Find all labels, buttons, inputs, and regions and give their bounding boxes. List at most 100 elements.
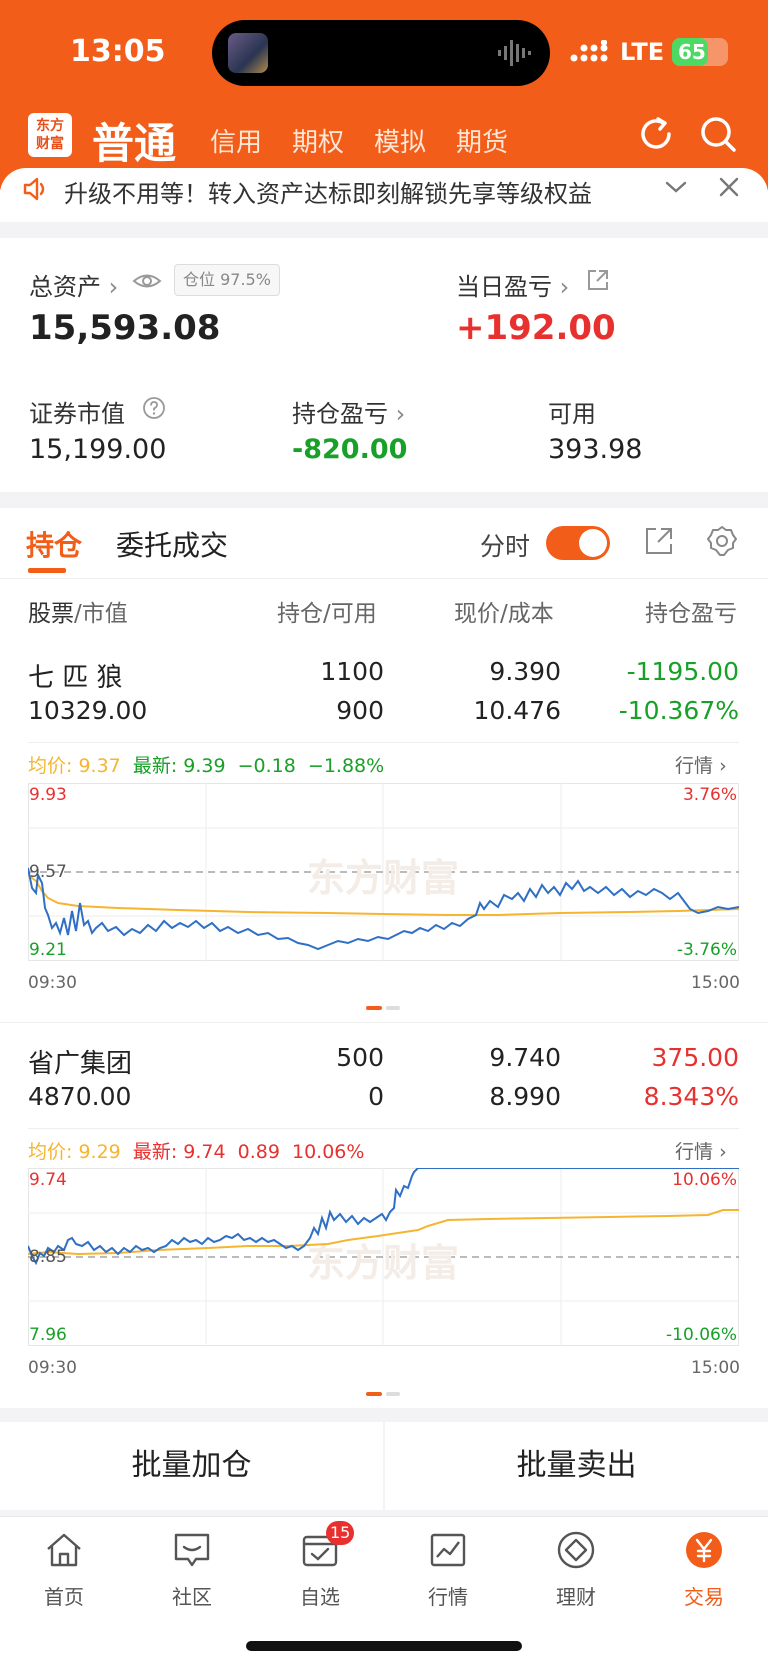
tab-futures[interactable]: 期货 — [456, 122, 508, 159]
quote-link-2[interactable]: 行情 › — [675, 1137, 727, 1164]
chevron-right-icon: › — [108, 273, 119, 301]
divider — [28, 1128, 739, 1129]
chevron-down-icon[interactable] — [664, 178, 688, 196]
column-header-stock-label: 股票 — [28, 601, 74, 627]
close-icon[interactable] — [718, 176, 740, 198]
time-start: 09:30 — [28, 1358, 77, 1378]
intraday-toggle[interactable] — [546, 526, 610, 560]
stock-name: 省广集团 — [28, 1049, 133, 1079]
stock-market-value: 4870.00 — [28, 1082, 132, 1111]
share-out-icon[interactable] — [644, 526, 674, 556]
daily-pnl-label[interactable]: 当日盈亏 › — [456, 267, 569, 302]
stock-holding: 1100 — [320, 657, 384, 686]
now-playing-artwork — [228, 33, 268, 73]
axis-high-price: 9.93 — [29, 785, 67, 805]
stock-price: 9.740 — [489, 1043, 561, 1072]
available-value: 393.98 — [548, 434, 643, 465]
tab-simulation[interactable]: 模拟 — [374, 122, 426, 159]
promo-notice-text: 升级不用等！转入资产达标即刻解锁先享等级权益 — [64, 180, 592, 208]
quote-link-1[interactable]: 行情 › — [675, 751, 727, 778]
market-value-label-text: 证券市值 — [29, 400, 125, 428]
stock-cost: 10.476 — [473, 696, 561, 725]
chevron-right-icon: › — [559, 273, 570, 301]
chevron-right-icon: › — [719, 1141, 727, 1163]
market-value: 15,199.00 — [29, 434, 167, 465]
column-header-price: 现价/成本 — [454, 594, 554, 628]
app-header: 13:05 LTE 65 东方 财富 普通 信用 期权 模拟 期货 — [0, 0, 768, 190]
network-type: LTE — [620, 38, 665, 66]
quote-link-label: 行情 — [675, 755, 714, 777]
daily-pnl-label-text: 当日盈亏 — [456, 273, 552, 301]
axis-low-percent: -10.06% — [666, 1325, 737, 1345]
chevron-right-icon: › — [719, 755, 727, 777]
avg-price-label: 均价: — [28, 1141, 73, 1163]
tab-market[interactable]: 行情 — [384, 1517, 512, 1617]
total-assets-label[interactable]: 总资产 › — [29, 267, 118, 302]
avg-price: 9.29 — [78, 1141, 121, 1163]
axis-high-price: 9.74 — [29, 1170, 67, 1190]
divider — [0, 1022, 768, 1023]
dynamic-island[interactable] — [212, 20, 550, 86]
tab-credit[interactable]: 信用 — [210, 122, 262, 159]
total-assets-value: 15,593.08 — [29, 308, 221, 348]
chart-page-indicator — [366, 1006, 400, 1010]
batch-sell-button[interactable]: 批量卖出 — [385, 1422, 768, 1510]
refresh-icon[interactable] — [636, 114, 676, 154]
cellular-signal-icon — [570, 40, 608, 62]
intraday-toggle-label: 分时 — [480, 532, 531, 561]
price-change-percent: 10.06% — [291, 1141, 365, 1163]
tab-watchlist[interactable]: 15 自选 — [256, 1517, 384, 1617]
home-indicator[interactable] — [246, 1641, 522, 1651]
price-change-percent: −1.88% — [307, 755, 385, 777]
price-change: −0.18 — [237, 755, 296, 777]
share-out-icon[interactable] — [586, 268, 610, 292]
chevron-right-icon: › — [395, 400, 406, 428]
help-icon[interactable] — [142, 396, 166, 420]
app-logo-line-1: 东方 — [36, 118, 64, 134]
column-header-cost: /成本 — [500, 601, 554, 627]
axis-prev-close: 9.57 — [29, 862, 67, 882]
batch-add-button[interactable]: 批量加仓 — [0, 1422, 383, 1510]
eye-icon[interactable] — [132, 270, 162, 292]
quote-summary-1: 均价: 9.37 最新: 9.39 −0.18 −1.88% — [28, 751, 384, 778]
tab-label: 行情 — [428, 1585, 468, 1609]
tab-trade[interactable]: 交易 — [640, 1517, 768, 1617]
intraday-chart-1[interactable]: 东方财富 9.93 9.57 9.21 3.76% -3.76% — [28, 783, 739, 961]
tab-community[interactable]: 社区 — [128, 1517, 256, 1617]
tab-positions[interactable]: 持仓 — [26, 524, 82, 564]
promo-notice-bar[interactable]: 升级不用等！转入资产达标即刻解锁先享等级权益 — [0, 168, 768, 222]
quote-link-label: 行情 — [675, 1141, 714, 1163]
column-header-market-value: /市值 — [74, 601, 128, 627]
tab-options[interactable]: 期权 — [292, 122, 344, 159]
stock-cost: 8.990 — [489, 1082, 561, 1111]
position-pnl-label-text: 持仓盈亏 — [292, 400, 388, 428]
divider — [0, 578, 768, 579]
chat-icon — [174, 1533, 210, 1567]
axis-high-percent: 3.76% — [682, 785, 737, 805]
time-end: 15:00 — [691, 973, 740, 993]
stock-available: 900 — [336, 696, 384, 725]
tab-orders-trades[interactable]: 委托成交 — [116, 524, 228, 564]
price-change: 0.89 — [237, 1141, 280, 1163]
active-tab-indicator — [28, 568, 66, 573]
app-logo[interactable]: 东方 财富 — [28, 113, 72, 157]
tab-normal-account[interactable]: 普通 — [92, 110, 176, 171]
tab-label: 社区 — [172, 1585, 212, 1609]
chart-page-indicator — [366, 1392, 400, 1396]
position-ratio-badge: 仓位 97.5% — [174, 264, 280, 296]
latest-price-label: 最新: — [132, 755, 178, 777]
column-header-holding-label: 持仓 — [277, 601, 323, 627]
stock-name: 七 匹 狼 — [28, 663, 123, 693]
battery-indicator: 65 — [672, 38, 728, 66]
intraday-chart-2[interactable]: 东方财富 9.74 8.85 7.96 10.06% -10.06% — [28, 1168, 739, 1346]
position-pnl-label[interactable]: 持仓盈亏 › — [292, 394, 405, 429]
settings-gear-icon[interactable] — [706, 525, 738, 557]
tab-home[interactable]: 首页 — [0, 1517, 128, 1617]
chart-icon — [430, 1533, 466, 1567]
column-header-available: /可用 — [323, 601, 377, 627]
search-icon[interactable] — [698, 114, 738, 154]
divider — [28, 742, 739, 743]
tab-wealth[interactable]: 理财 — [512, 1517, 640, 1617]
latest-price: 9.74 — [183, 1141, 226, 1163]
diamond-icon — [557, 1531, 595, 1569]
